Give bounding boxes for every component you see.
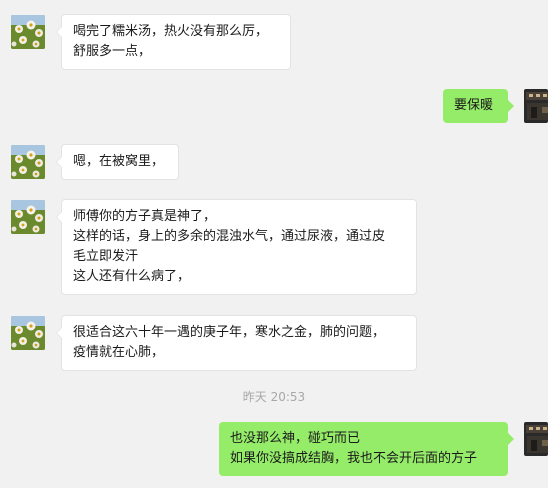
message-text-line: 师傅你的方子真是神了， (73, 209, 217, 224)
message-text-line: 如果你没搞成结胸，我也不会开后面的方子 (230, 451, 478, 466)
message-bubble-outgoing[interactable]: 要保暖 (443, 89, 514, 123)
message-text-line: 很适合这六十年一遇的庚子年，寒水之金，肺的问题， (73, 325, 386, 340)
message-text-line: 这人还有什么病了， (73, 269, 191, 284)
chat-window: 喝完了糯米汤，热火没有那么厉， 舒服多一点， 要保暖 嗯，在被窝里， 师傅你的方… (0, 0, 548, 488)
self-avatar[interactable] (524, 89, 548, 123)
message-text-line: 舒服多一点， (73, 44, 152, 59)
message-bubble-incoming[interactable]: 嗯，在被窝里， (56, 144, 179, 180)
contact-avatar[interactable] (11, 145, 45, 179)
message-bubble-incoming[interactable]: 喝完了糯米汤，热火没有那么厉， 舒服多一点， (56, 14, 291, 70)
flower-field-avatar-icon (11, 200, 45, 234)
message-text-line: 要保暖 (454, 98, 494, 113)
self-avatar[interactable] (524, 422, 548, 456)
flower-field-avatar-icon (11, 316, 45, 350)
dark-photo-avatar-icon (524, 422, 548, 456)
dark-photo-avatar-icon (524, 89, 548, 123)
message-bubble-incoming[interactable]: 师傅你的方子真是神了， 这样的话，身上的多余的混浊水气，通过尿液，通过皮 毛立即… (56, 199, 417, 295)
timestamp: 昨天 20:53 (242, 390, 306, 404)
message-bubble-outgoing[interactable]: 也没那么神，碰巧而已 如果你没搞成结胸，我也不会开后面的方子 (219, 422, 514, 476)
message-bubble-incoming[interactable]: 很适合这六十年一遇的庚子年，寒水之金，肺的问题， 疫情就在心肺， (56, 315, 417, 371)
message-text-line: 这样的话，身上的多余的混浊水气，通过尿液，通过皮 (73, 229, 386, 244)
flower-field-avatar-icon (11, 145, 45, 179)
message-text-line: 喝完了糯米汤，热火没有那么厉， (73, 24, 269, 39)
contact-avatar[interactable] (11, 316, 45, 350)
flower-field-avatar-icon (11, 15, 45, 49)
contact-avatar[interactable] (11, 200, 45, 234)
message-text-line: 毛立即发汗 (73, 249, 139, 264)
message-text-line: 疫情就在心肺， (73, 345, 165, 360)
message-text-line: 也没那么神，碰巧而已 (230, 431, 361, 446)
contact-avatar[interactable] (11, 15, 45, 49)
message-text-line: 嗯，在被窝里， (73, 154, 165, 169)
